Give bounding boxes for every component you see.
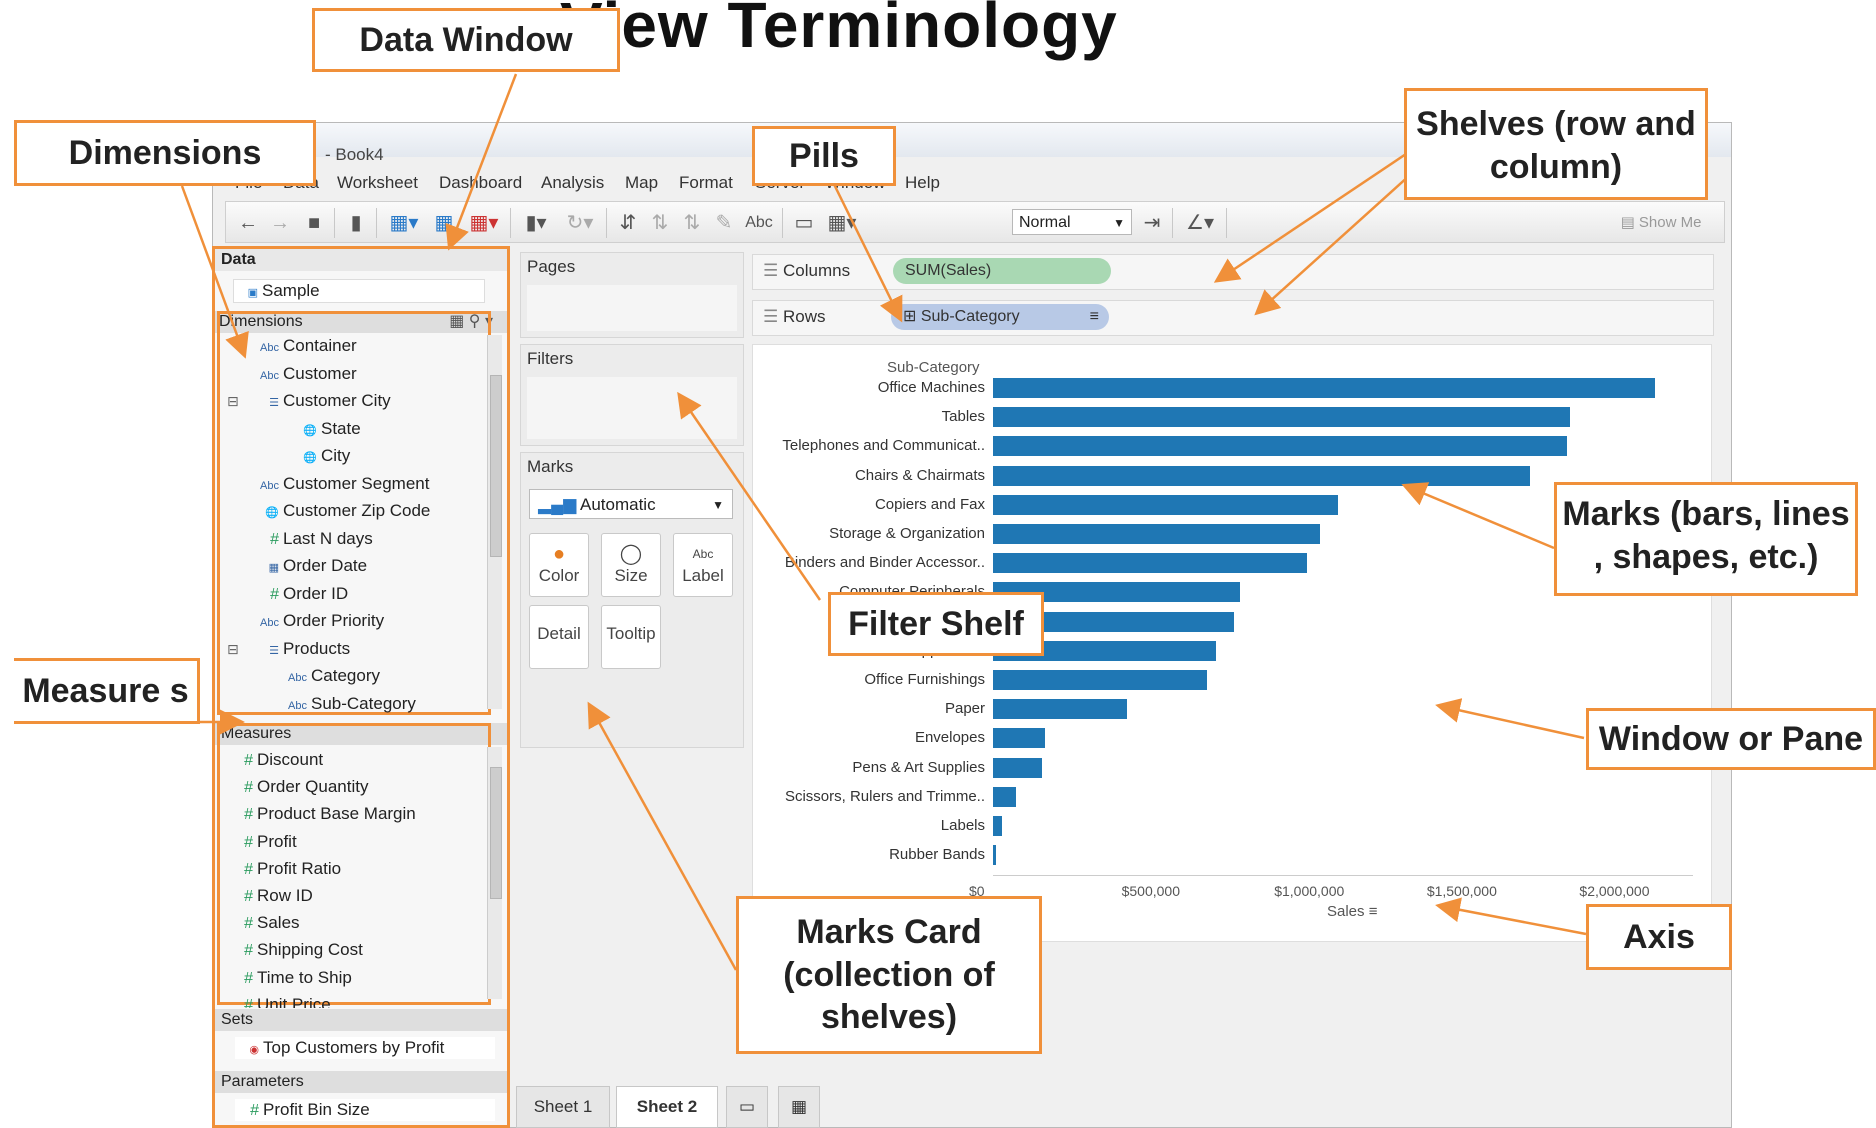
callout-pills: Pills: [752, 126, 896, 186]
callout-marks-card: Marks Card (collection of shelves): [736, 896, 1042, 1054]
callout-dimensions: Dimensions: [14, 120, 316, 186]
callout-filter-shelf: Filter Shelf: [828, 592, 1044, 656]
callout-shelves: Shelves (row and column): [1404, 88, 1708, 200]
callout-data-window: Data Window: [312, 8, 620, 72]
callout-window-pane: Window or Pane: [1586, 708, 1876, 770]
callout-marks: Marks (bars, lines , shapes, etc.): [1554, 482, 1858, 596]
callout-measures: Measure s: [14, 658, 200, 724]
callout-axis: Axis: [1586, 904, 1732, 970]
